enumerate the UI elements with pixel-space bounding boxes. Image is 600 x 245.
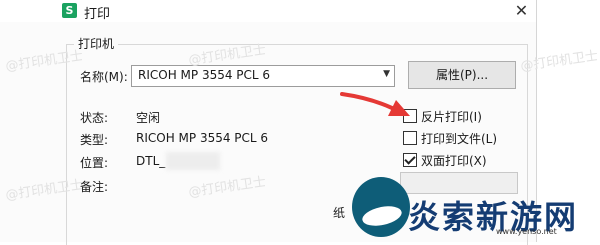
type-value: RICOH MP 3554 PCL 6 <box>136 131 269 145</box>
location-label: 位置: <box>80 156 109 170</box>
partial-dropdown[interactable] <box>400 172 518 194</box>
location-value: DTL_ <box>136 154 166 168</box>
brand-logo-icon <box>352 177 410 237</box>
reverse-print-label[interactable]: 反片打印(I) <box>421 108 482 125</box>
duplex-print-checkbox[interactable] <box>403 153 417 167</box>
print-to-file-checkbox[interactable] <box>403 131 417 145</box>
print-to-file-label[interactable]: 打印到文件(L) <box>421 130 497 147</box>
window-title: 打印 <box>84 7 111 22</box>
duplex-print-label[interactable]: 双面打印(X) <box>421 152 487 169</box>
printer-select[interactable]: RICOH MP 3554 PCL 6 ▼ <box>131 65 395 87</box>
comment-label: 备注: <box>80 180 109 194</box>
title-bar: S 打印 ✕ <box>0 0 536 22</box>
redacted-area <box>166 152 220 170</box>
printer-name-label: 名称(M): <box>80 70 128 84</box>
red-arrow-annotation <box>340 92 410 116</box>
properties-button[interactable]: 属性(P)... <box>408 61 516 89</box>
status-value: 空闲 <box>136 111 161 125</box>
close-button[interactable]: ✕ <box>507 0 536 22</box>
printer-select-value: RICOH MP 3554 PCL 6 <box>138 68 271 82</box>
paper-label-partial: 纸 <box>333 206 346 220</box>
chevron-down-icon: ▼ <box>383 69 390 79</box>
brand-url: www.yenso.net <box>496 227 557 236</box>
type-label: 类型: <box>80 133 109 147</box>
status-label: 状态: <box>80 111 109 125</box>
spreadsheet-app-icon: S <box>62 3 77 18</box>
